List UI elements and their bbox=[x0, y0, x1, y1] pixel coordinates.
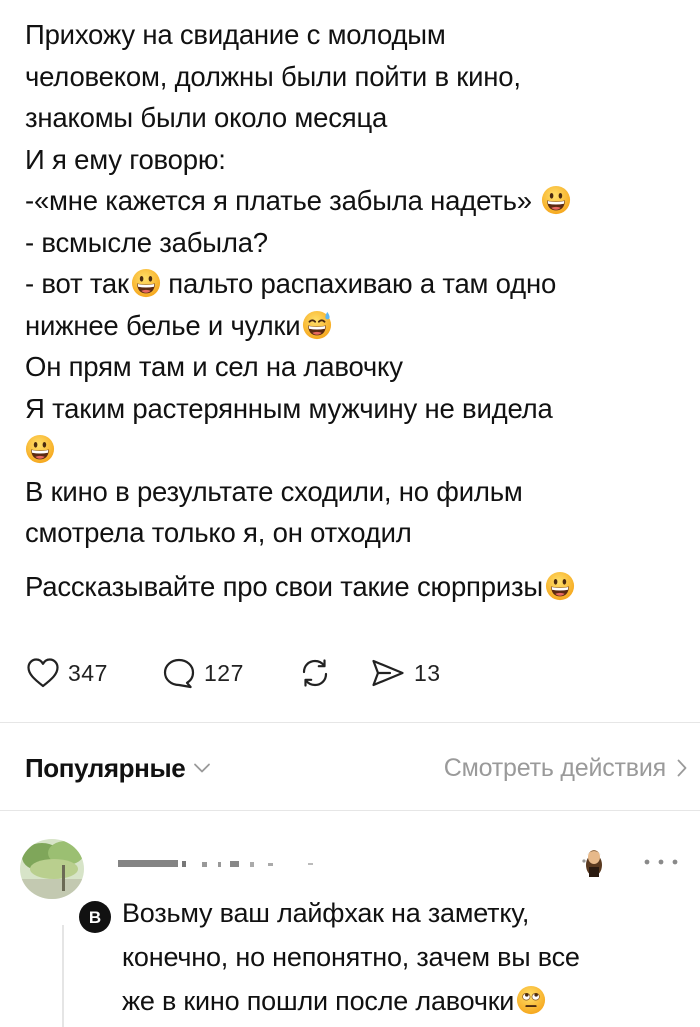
comment-text-line: конечно, но непонятно, зачем вы все bbox=[122, 942, 580, 972]
post-text-line: человеком, должны были пойти в кино, bbox=[25, 60, 521, 92]
sort-dropdown[interactable]: Популярные bbox=[25, 753, 211, 784]
post-body: Прихожу на свидание с молодым человеком,… bbox=[25, 14, 685, 609]
post-emoji-line bbox=[25, 429, 685, 471]
like-button[interactable]: 347 bbox=[26, 657, 122, 689]
comment-text: Возьму ваш лайфхак на заметку, конечно, … bbox=[122, 891, 580, 1023]
comment-text-line: же в кино пошли после лавочки bbox=[122, 979, 580, 1023]
post-text-line: В кино в результате сходили, но фильм bbox=[25, 475, 523, 507]
author-name-blurred[interactable] bbox=[118, 857, 318, 869]
more-options-icon[interactable] bbox=[641, 857, 681, 867]
share-count: 13 bbox=[414, 659, 441, 686]
comment-text-line: Возьму ваш лайфхак на заметку, bbox=[122, 898, 530, 928]
comments-header: Популярные Смотреть действия bbox=[25, 748, 688, 788]
repost-icon bbox=[302, 659, 328, 687]
eye-roll-emoji bbox=[516, 985, 546, 1015]
thread-line bbox=[62, 925, 64, 1027]
avatar[interactable] bbox=[20, 839, 84, 899]
like-count: 347 bbox=[68, 659, 108, 686]
user-badge-icon bbox=[582, 850, 602, 877]
divider bbox=[0, 810, 700, 811]
share-button[interactable]: 13 bbox=[370, 657, 441, 689]
comment-count: 127 bbox=[204, 659, 244, 686]
grinning-face-emoji bbox=[541, 185, 571, 215]
reply-to-letter: В bbox=[89, 908, 101, 927]
comment-item: В Возьму ваш лайфхак на заметку, конечно… bbox=[0, 835, 700, 1027]
grinning-face-emoji bbox=[25, 434, 55, 464]
chevron-right-icon bbox=[677, 759, 687, 777]
grinning-face-emoji bbox=[131, 268, 161, 298]
post-text-line: - всмысле забыла? bbox=[25, 226, 268, 258]
reply-to-badge: В bbox=[79, 901, 111, 933]
post-text-line: Я таким растерянным мужчину не видела bbox=[25, 392, 553, 424]
divider bbox=[0, 722, 700, 723]
chevron-down-icon bbox=[194, 763, 211, 773]
post-actions-bar: 347 127 13 bbox=[26, 655, 441, 691]
post-text-line: знакомы были около месяца bbox=[25, 102, 388, 133]
send-icon bbox=[372, 659, 404, 687]
grinning-sweat-emoji bbox=[302, 310, 332, 340]
grinning-face-emoji bbox=[545, 571, 575, 601]
post-text-line: - вот так пальто распахиваю а там одно bbox=[25, 268, 557, 299]
comment-button[interactable]: 127 bbox=[162, 657, 257, 689]
comment-bubble-icon bbox=[163, 658, 195, 689]
avatar-image bbox=[20, 839, 84, 899]
post-text-line: Прихожу на свидание с молодым bbox=[25, 19, 446, 50]
post-text-line: -«мне кажется я платье забыла надеть» bbox=[25, 180, 685, 222]
post-text-line: нижнее белье и чулки bbox=[25, 305, 685, 347]
post-text-line: И я ему говорю: bbox=[25, 143, 226, 175]
repost-button[interactable] bbox=[297, 657, 357, 689]
heart-icon bbox=[27, 658, 59, 688]
view-actions-link[interactable]: Смотреть действия bbox=[444, 754, 688, 783]
sort-label: Популярные bbox=[25, 752, 186, 783]
post-text-line: Рассказывайте про свои такие сюрпризы bbox=[25, 564, 685, 609]
post-text-line: Он прям там и сел на лавочку bbox=[25, 351, 403, 382]
view-actions-label: Смотреть действия bbox=[443, 753, 666, 782]
post-text-line: смотрела только я, он отходил bbox=[25, 517, 412, 548]
